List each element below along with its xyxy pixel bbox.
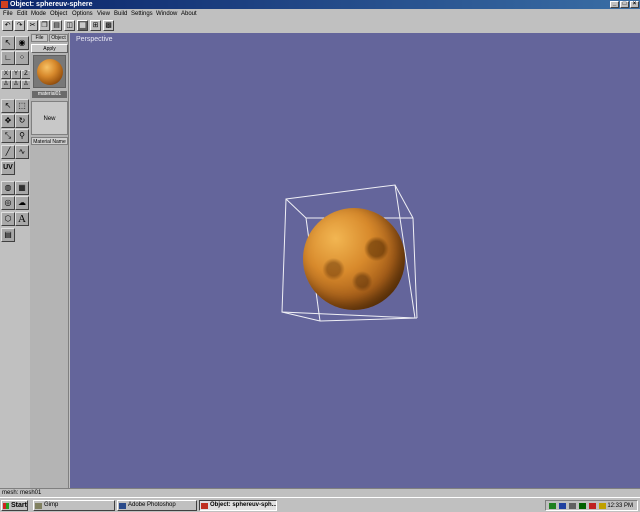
material-preview-sphere [37, 59, 63, 85]
rotate-icon[interactable]: ↻ [15, 114, 29, 128]
people-icon-2[interactable]: ♙ [11, 80, 21, 89]
tray-green-icon[interactable] [579, 503, 586, 509]
material-name-field[interactable]: Material Name [31, 137, 68, 145]
task-photoshop-label: Adobe Photoshop [128, 502, 176, 508]
select-arrow-icon[interactable]: ↖ [1, 36, 15, 50]
tray-network-icon[interactable] [559, 503, 566, 509]
table-icon[interactable]: ▤ [1, 228, 15, 242]
paste-icon[interactable]: ▤ [51, 20, 62, 31]
marquee-icon[interactable]: ⬚ [15, 99, 29, 113]
toolbar: ↶ ↷ ✂ ❐ ▤ ◫ ▦ ⊞ ▩ [0, 19, 640, 33]
material-preview[interactable] [33, 55, 66, 88]
menu-bar: File Edit Mode Object Options View Build… [0, 9, 640, 19]
task-object-window[interactable]: Object: sphereuv-sph... [199, 500, 277, 511]
cylinder-icon[interactable]: ◎ [1, 196, 15, 210]
task-gimp[interactable]: Gimp [33, 500, 115, 511]
close-button[interactable]: × [630, 1, 639, 8]
tray-red-icon[interactable] [589, 503, 596, 509]
taskbar: Start Gimp Adobe Photoshop Object: spher… [0, 497, 640, 512]
eye-icon[interactable]: ◉ [15, 36, 29, 50]
material-panel: File Object Apply material01 New Materia… [30, 33, 69, 488]
minimize-button[interactable]: _ [610, 1, 619, 8]
menu-settings[interactable]: Settings [130, 10, 154, 18]
task-photoshop[interactable]: Adobe Photoshop [117, 500, 197, 511]
scale-icon[interactable]: ⤡ [1, 129, 15, 143]
photoshop-icon [119, 503, 126, 509]
menu-edit[interactable]: Edit [16, 10, 28, 18]
tab-object[interactable]: Object [49, 34, 68, 42]
quad-view-icon[interactable]: ⊞ [90, 20, 101, 31]
windows-flag-icon [3, 503, 9, 509]
grid-view-icon[interactable]: ▩ [103, 20, 114, 31]
uv-button[interactable]: UV [1, 161, 15, 175]
copy-icon[interactable]: ❐ [39, 20, 50, 31]
apply-button[interactable]: Apply [31, 44, 68, 53]
menu-build[interactable]: Build [113, 10, 128, 18]
text-tool-button[interactable]: A [15, 212, 29, 226]
x-axis-toggle[interactable]: X [1, 70, 11, 79]
pointer-icon[interactable]: ↖ [1, 99, 15, 113]
sphere-icon[interactable]: ◍ [1, 181, 15, 195]
perspective-viewport[interactable]: Perspective [70, 33, 640, 488]
tool-palette: ↖ ◉ ∟ ⁘ X Y Z ♙ ♙ ♙ ↖ ⬚ ✥ ↻ ⤡ ⚲ ╱ ∿ UV ◍… [0, 33, 31, 488]
redo-icon[interactable]: ↷ [14, 20, 25, 31]
hexagon-icon[interactable]: ⬡ [1, 212, 15, 226]
start-label: Start [11, 502, 27, 509]
tab-file[interactable]: File [31, 34, 48, 42]
window-titlebar[interactable]: Object: sphereuv-sphere _ □ × [0, 0, 640, 9]
menu-about[interactable]: About [180, 10, 198, 18]
blob-icon[interactable]: ☁ [15, 196, 29, 210]
menu-view[interactable]: View [96, 10, 111, 18]
window-title: Object: sphereuv-sphere [10, 1, 93, 8]
grid-mesh-icon[interactable]: ▦ [15, 181, 29, 195]
link-icon[interactable]: ⚲ [15, 129, 29, 143]
line-icon[interactable]: ╱ [1, 145, 15, 159]
material-name-display: material01 [32, 91, 67, 98]
start-button[interactable]: Start [1, 500, 28, 511]
people-icon[interactable]: ♙ [1, 80, 11, 89]
task-gimp-label: Gimp [44, 502, 59, 508]
tray-check-icon[interactable] [549, 503, 556, 509]
gimp-icon [35, 503, 42, 509]
cut-icon[interactable]: ✂ [27, 20, 38, 31]
system-tray: 12:33 PM [545, 500, 638, 511]
y-axis-toggle[interactable]: Y [11, 70, 21, 79]
menu-mode[interactable]: Mode [30, 10, 47, 18]
clock: 12:33 PM [607, 503, 633, 509]
points-icon[interactable]: ⁘ [15, 51, 29, 65]
menu-window[interactable]: Window [155, 10, 178, 18]
menu-file[interactable]: File [2, 10, 14, 18]
maximize-button[interactable]: □ [620, 1, 629, 8]
object-app-icon [201, 503, 208, 509]
textured-sphere[interactable] [303, 208, 405, 310]
menu-object[interactable]: Object [49, 10, 68, 18]
menu-options[interactable]: Options [71, 10, 94, 18]
single-view-icon[interactable]: ▦ [77, 20, 88, 31]
new-material-button[interactable]: New [31, 101, 68, 135]
camera-icon[interactable]: ◫ [64, 20, 75, 31]
move-icon[interactable]: ✥ [1, 114, 15, 128]
status-bar: mesh: mesh01 [0, 488, 640, 497]
tray-monitor-icon[interactable] [569, 503, 576, 509]
undo-icon[interactable]: ↶ [2, 20, 13, 31]
task-object-label: Object: sphereuv-sph... [210, 502, 277, 508]
axis-icon[interactable]: ∟ [1, 51, 15, 65]
tray-speaker-icon[interactable] [599, 503, 606, 509]
curve-icon[interactable]: ∿ [15, 145, 29, 159]
app-icon [1, 1, 8, 8]
